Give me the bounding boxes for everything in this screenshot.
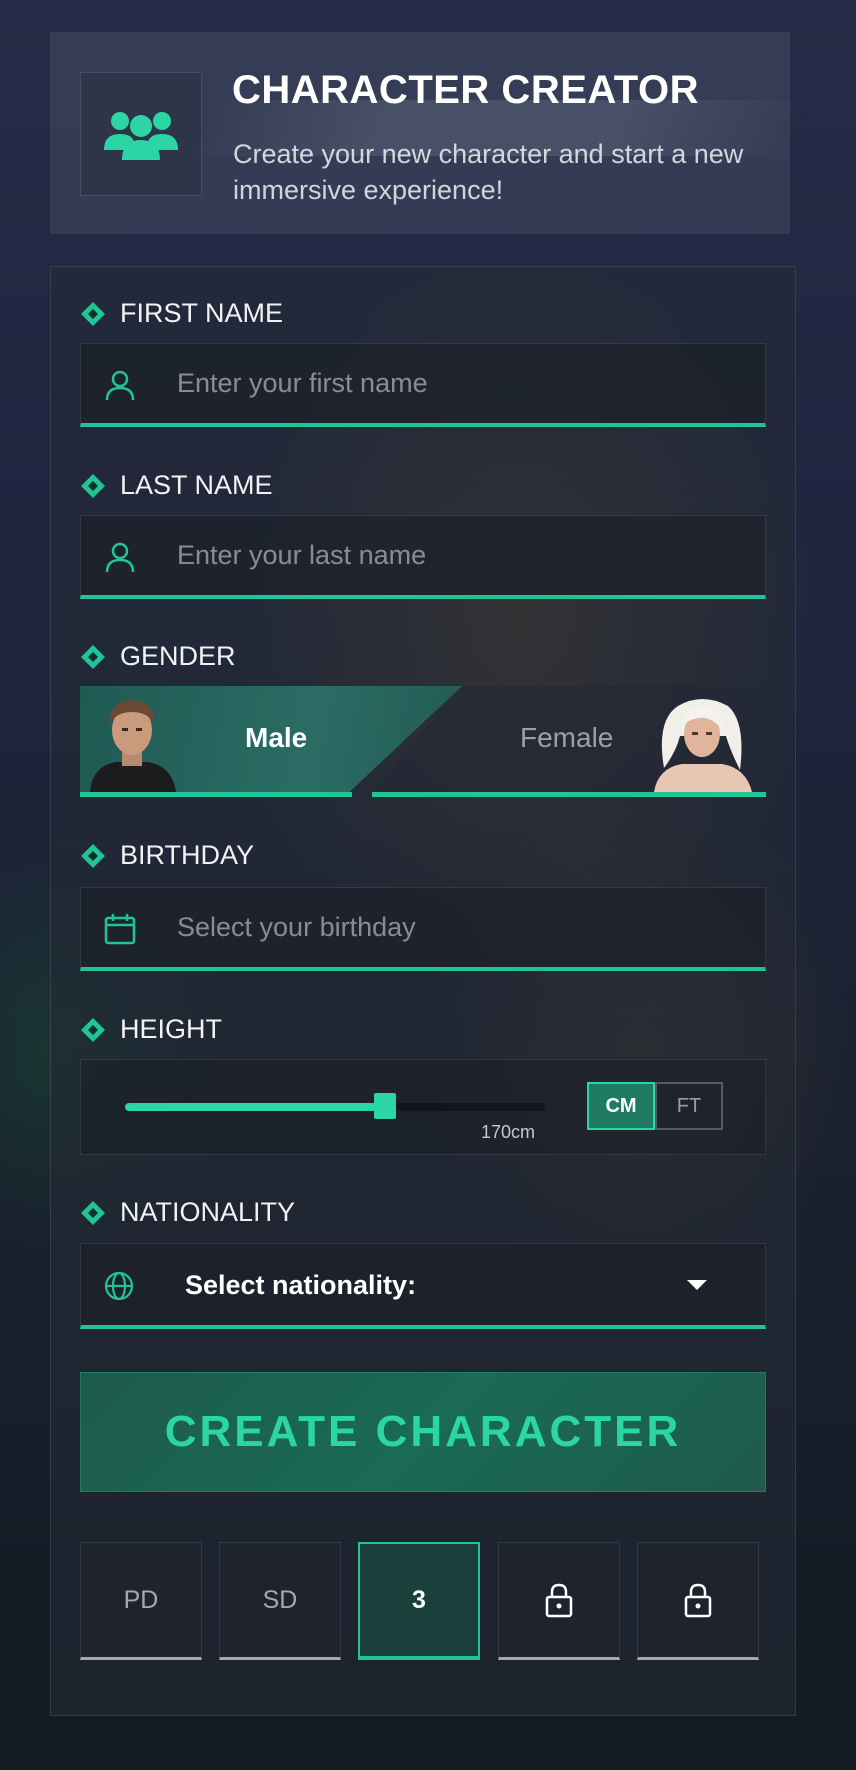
header-icon-box: [80, 72, 202, 196]
diamond-icon: [81, 1200, 105, 1225]
caret-down-icon: [687, 1280, 707, 1290]
diamond-icon: [81, 843, 105, 868]
tab-pd[interactable]: PD: [80, 1542, 202, 1660]
gender-female-underline: [372, 792, 766, 797]
diamond-icon: [81, 644, 105, 669]
last-name-field[interactable]: Enter your last name: [80, 515, 766, 599]
create-character-button[interactable]: CREATE CHARACTER: [80, 1372, 766, 1492]
height-slider-handle[interactable]: [374, 1093, 396, 1119]
height-value: 170cm: [481, 1122, 536, 1142]
first-name-label-text: FIRST NAME: [120, 298, 284, 328]
tab-locked-5[interactable]: [637, 1542, 759, 1660]
height-control: 170cm CM FT: [80, 1059, 766, 1155]
users-icon: [104, 112, 178, 160]
gender-label: GENDER: [80, 641, 236, 672]
last-name-placeholder: Enter your last name: [177, 540, 427, 570]
tab-sd[interactable]: SD: [219, 1542, 341, 1660]
page-title: CHARACTER CREATOR: [232, 68, 700, 112]
gender-male-label: Male: [245, 722, 308, 753]
last-name-label: LAST NAME: [80, 470, 273, 501]
diamond-icon: [81, 1017, 105, 1042]
tab-3[interactable]: 3: [358, 1542, 480, 1660]
first-name-label: FIRST NAME: [80, 298, 283, 329]
page-subtitle: Create your new character and start a ne…: [233, 139, 744, 205]
nationality-value: Select nationality:: [185, 1270, 417, 1300]
last-name-label-text: LAST NAME: [120, 470, 273, 500]
birthday-placeholder: Select your birthday: [177, 912, 416, 942]
nationality-label: NATIONALITY: [80, 1197, 295, 1228]
lock-icon: [545, 1583, 573, 1618]
header: CHARACTER CREATOR Create your new charac…: [50, 32, 811, 234]
lock-icon: [684, 1583, 712, 1618]
globe-icon: [104, 1271, 134, 1301]
nationality-label-text: NATIONALITY: [120, 1197, 296, 1227]
user-icon: [105, 370, 135, 401]
birthday-field[interactable]: Select your birthday: [80, 887, 766, 971]
gender-female-label: Female: [520, 722, 614, 753]
gender-male-underline: [80, 792, 352, 797]
birthday-label-text: BIRTHDAY: [120, 840, 255, 870]
diamond-icon: [81, 473, 105, 498]
first-name-field[interactable]: Enter your first name: [80, 343, 766, 427]
height-label-text: HEIGHT: [120, 1014, 223, 1044]
male-avatar: [90, 700, 176, 792]
height-slider-fill: [125, 1103, 385, 1111]
gender-selector: Male Female: [80, 686, 766, 802]
unit-ft-button[interactable]: FT: [655, 1082, 723, 1130]
gender-label-text: GENDER: [120, 641, 236, 671]
female-avatar: [654, 699, 752, 792]
birthday-label: BIRTHDAY: [80, 840, 254, 871]
diamond-icon: [81, 301, 105, 326]
calendar-icon: [104, 914, 136, 945]
first-name-placeholder: Enter your first name: [177, 368, 428, 398]
nationality-select[interactable]: Select nationality:: [80, 1243, 766, 1329]
height-label: HEIGHT: [80, 1014, 222, 1045]
tab-locked-4[interactable]: [498, 1542, 620, 1660]
user-icon: [105, 542, 135, 573]
unit-cm-button[interactable]: CM: [587, 1082, 655, 1130]
